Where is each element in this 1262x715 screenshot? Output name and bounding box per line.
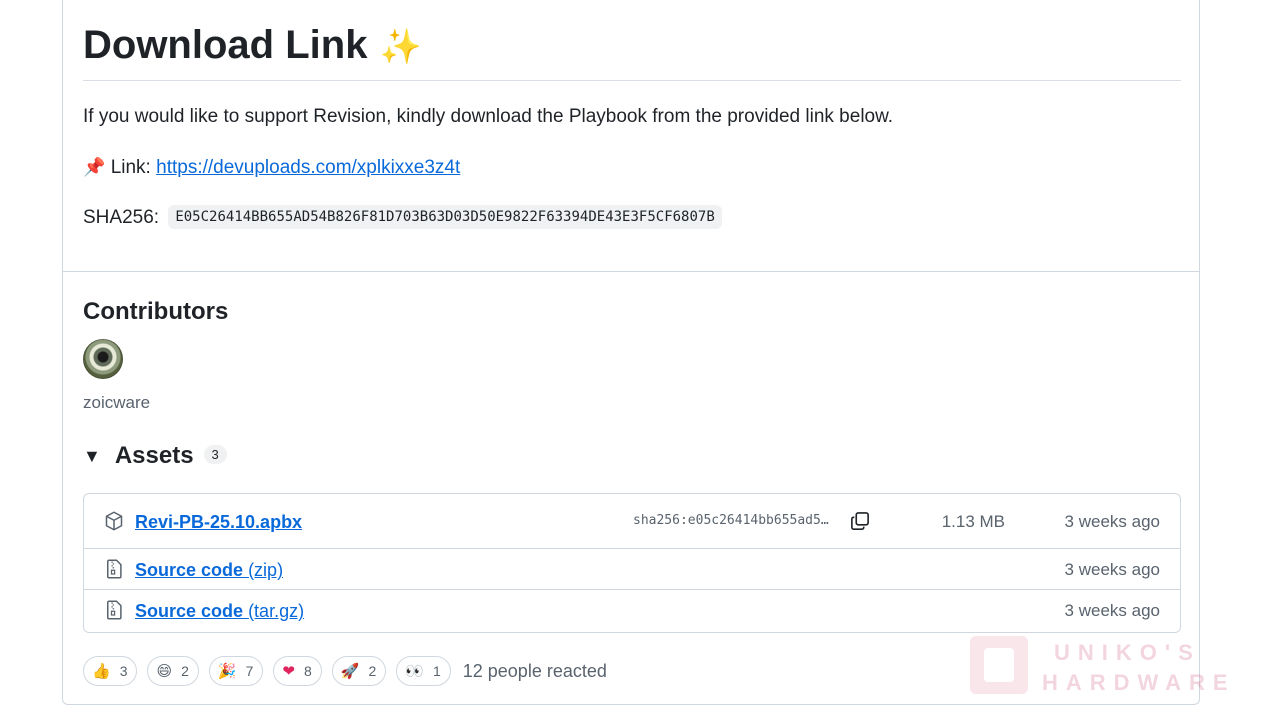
release-heading-text: Download Link <box>83 23 368 67</box>
sha256-line: SHA256: E05C26414BB655AD54B826F81D703B63… <box>83 204 722 231</box>
source-code-label: Source code <box>135 601 244 621</box>
heading-divider <box>83 80 1181 81</box>
sha256-label: SHA256: <box>83 207 160 228</box>
asset-time: 3 weeks ago <box>1064 560 1160 579</box>
laugh-icon: 😄 <box>156 663 173 680</box>
asset-time: 3 weeks ago <box>1064 601 1160 620</box>
package-icon <box>105 511 123 531</box>
copy-icon[interactable] <box>850 511 870 531</box>
reaction-heart[interactable]: ❤ 8 <box>273 656 322 686</box>
avatar[interactable] <box>83 339 123 379</box>
source-code-label: Source code <box>135 560 244 580</box>
support-text: If you would like to support Revision, k… <box>83 106 894 127</box>
reaction-hooray[interactable]: 🎉 7 <box>208 656 264 686</box>
reaction-eyes[interactable]: 👀 1 <box>396 656 451 686</box>
assets-list: Revi-PB-25.10.apbx sha256:e05c26414bb655… <box>83 493 1181 633</box>
sparkles-icon: ✨ <box>379 28 422 66</box>
contributor-name[interactable]: zoicware <box>83 392 150 414</box>
asset-time: 3 weeks ago <box>1064 512 1160 531</box>
assets-count-badge: 3 <box>203 444 227 464</box>
reaction-count: 3 <box>119 663 128 679</box>
reactions-bar: 👍 3 😄 2 🎉 7 ❤ 8 🚀 2 👀 1 12 people reacted <box>83 655 607 687</box>
heart-icon: ❤ <box>282 663 295 680</box>
reaction-count: 1 <box>432 663 441 679</box>
source-code-targz-link[interactable]: Source code (tar.gz) <box>135 599 304 623</box>
asset-link[interactable]: Revi-PB-25.10.apbx <box>135 510 302 534</box>
reaction-rocket[interactable]: 🚀 2 <box>331 656 387 686</box>
asset-row: Revi-PB-25.10.apbx sha256:e05c26414bb655… <box>84 494 1180 549</box>
reaction-laugh[interactable]: 😄 2 <box>147 656 199 686</box>
reactions-summary[interactable]: 12 people reacted <box>463 661 607 682</box>
reaction-count: 8 <box>303 663 312 679</box>
download-link[interactable]: https://devuploads.com/xplkixxe3z4t <box>156 157 460 178</box>
asset-size: 1.13 MB <box>941 512 1005 531</box>
contributors-title: Contributors <box>83 298 229 325</box>
watermark-logo: UNIKO'S HARDWARE <box>970 636 1228 700</box>
file-zip-icon <box>107 559 122 579</box>
reaction-count: 2 <box>368 663 377 679</box>
release-heading: Download Link ✨ <box>83 20 422 72</box>
reaction-count: 2 <box>181 663 189 679</box>
link-label: Link: <box>110 157 151 178</box>
assets-toggle[interactable]: ▼ Assets 3 <box>83 440 227 472</box>
source-code-ext: (zip) <box>248 560 284 580</box>
source-code-ext: (tar.gz) <box>248 601 305 621</box>
eyes-icon: 👀 <box>405 663 424 680</box>
reaction-count: 7 <box>245 663 254 679</box>
source-code-zip-link[interactable]: Source code (zip) <box>135 558 283 582</box>
reaction-thumbs-up[interactable]: 👍 3 <box>83 656 138 686</box>
asset-sha: sha256:e05c26414bb655ad5… <box>633 513 829 528</box>
sha256-value: E05C26414BB655AD54B826F81D703B63D03D50E9… <box>168 205 722 229</box>
watermark-icon <box>970 636 1028 694</box>
assets-title: Assets <box>114 442 194 469</box>
triangle-down-icon: ▼ <box>83 445 101 466</box>
asset-row: Source code (zip) 3 weeks ago <box>84 549 1180 590</box>
asset-row: Source code (tar.gz) 3 weeks ago <box>84 590 1180 632</box>
hooray-icon: 🎉 <box>217 663 237 680</box>
download-link-line: 📌 Link: https://devuploads.com/xplkixxe3… <box>83 154 460 181</box>
rocket-icon: 🚀 <box>340 663 360 680</box>
file-zip-icon <box>107 600 122 620</box>
thumbs-up-icon: 👍 <box>92 663 111 680</box>
watermark-line2: HARDWARE <box>1042 670 1236 695</box>
section-divider <box>63 271 1200 272</box>
watermark-line1: UNIKO'S <box>1054 640 1201 665</box>
pushpin-icon: 📌 <box>83 157 106 177</box>
